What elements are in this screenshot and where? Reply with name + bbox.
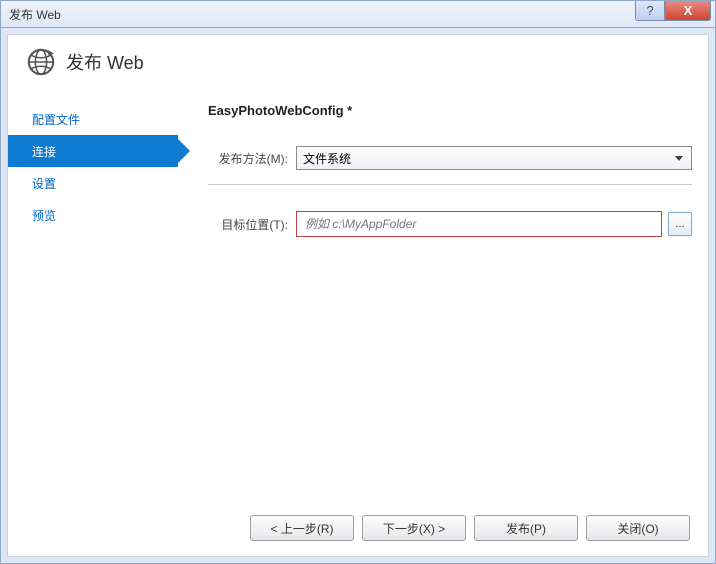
window-title: 发布 Web xyxy=(9,6,61,23)
publish-button[interactable]: 发布(P) xyxy=(474,515,578,541)
sidebar-item-label: 预览 xyxy=(32,207,56,224)
dialog-content: 发布 Web 配置文件 连接 设置 预览 EasyPhotoWebConfig … xyxy=(7,34,709,557)
next-button[interactable]: 下一步(X) > xyxy=(362,515,466,541)
content-area: 配置文件 连接 设置 预览 EasyPhotoWebConfig * 发布方法(… xyxy=(8,95,708,500)
target-location-row: 目标位置(T): ... xyxy=(208,211,692,237)
titlebar-controls: ? X xyxy=(635,1,711,21)
publish-method-value: 文件系统 xyxy=(303,150,351,167)
close-icon: X xyxy=(684,3,693,18)
browse-button[interactable]: ... xyxy=(668,212,692,236)
titlebar[interactable]: 发布 Web ? X xyxy=(0,0,716,28)
sidebar-item-profile[interactable]: 配置文件 xyxy=(8,103,178,135)
sidebar-item-label: 配置文件 xyxy=(32,111,80,128)
profile-name: EasyPhotoWebConfig * xyxy=(208,103,692,118)
help-button[interactable]: ? xyxy=(635,1,665,21)
target-location-label: 目标位置(T): xyxy=(208,216,296,233)
sidebar-item-settings[interactable]: 设置 xyxy=(8,167,178,199)
globe-icon xyxy=(26,47,56,77)
close-button[interactable]: 关闭(O) xyxy=(586,515,690,541)
dialog-footer: < 上一步(R) 下一步(X) > 发布(P) 关闭(O) xyxy=(8,500,708,556)
divider xyxy=(208,184,692,185)
sidebar-item-preview[interactable]: 预览 xyxy=(8,199,178,231)
ellipsis-icon: ... xyxy=(675,218,684,230)
publish-method-row: 发布方法(M): 文件系统 xyxy=(208,146,692,170)
target-location-input[interactable] xyxy=(296,211,662,237)
publish-method-label: 发布方法(M): xyxy=(208,150,296,167)
prev-button[interactable]: < 上一步(R) xyxy=(250,515,354,541)
help-icon: ? xyxy=(646,3,653,18)
window-border: 发布 Web 配置文件 连接 设置 预览 EasyPhotoWebConfig … xyxy=(0,28,716,564)
close-window-button[interactable]: X xyxy=(665,1,711,21)
main-panel: EasyPhotoWebConfig * 发布方法(M): 文件系统 目标位置(… xyxy=(178,95,692,500)
dialog-header: 发布 Web xyxy=(8,35,708,95)
page-title: 发布 Web xyxy=(66,49,144,75)
sidebar-item-connection[interactable]: 连接 xyxy=(8,135,178,167)
sidebar-item-label: 设置 xyxy=(32,175,56,192)
wizard-sidebar: 配置文件 连接 设置 预览 xyxy=(8,95,178,500)
sidebar-item-label: 连接 xyxy=(32,143,56,160)
dialog-window: 发布 Web ? X 发布 Web 配置文件 连接 xyxy=(0,0,716,564)
publish-method-select[interactable]: 文件系统 xyxy=(296,146,692,170)
